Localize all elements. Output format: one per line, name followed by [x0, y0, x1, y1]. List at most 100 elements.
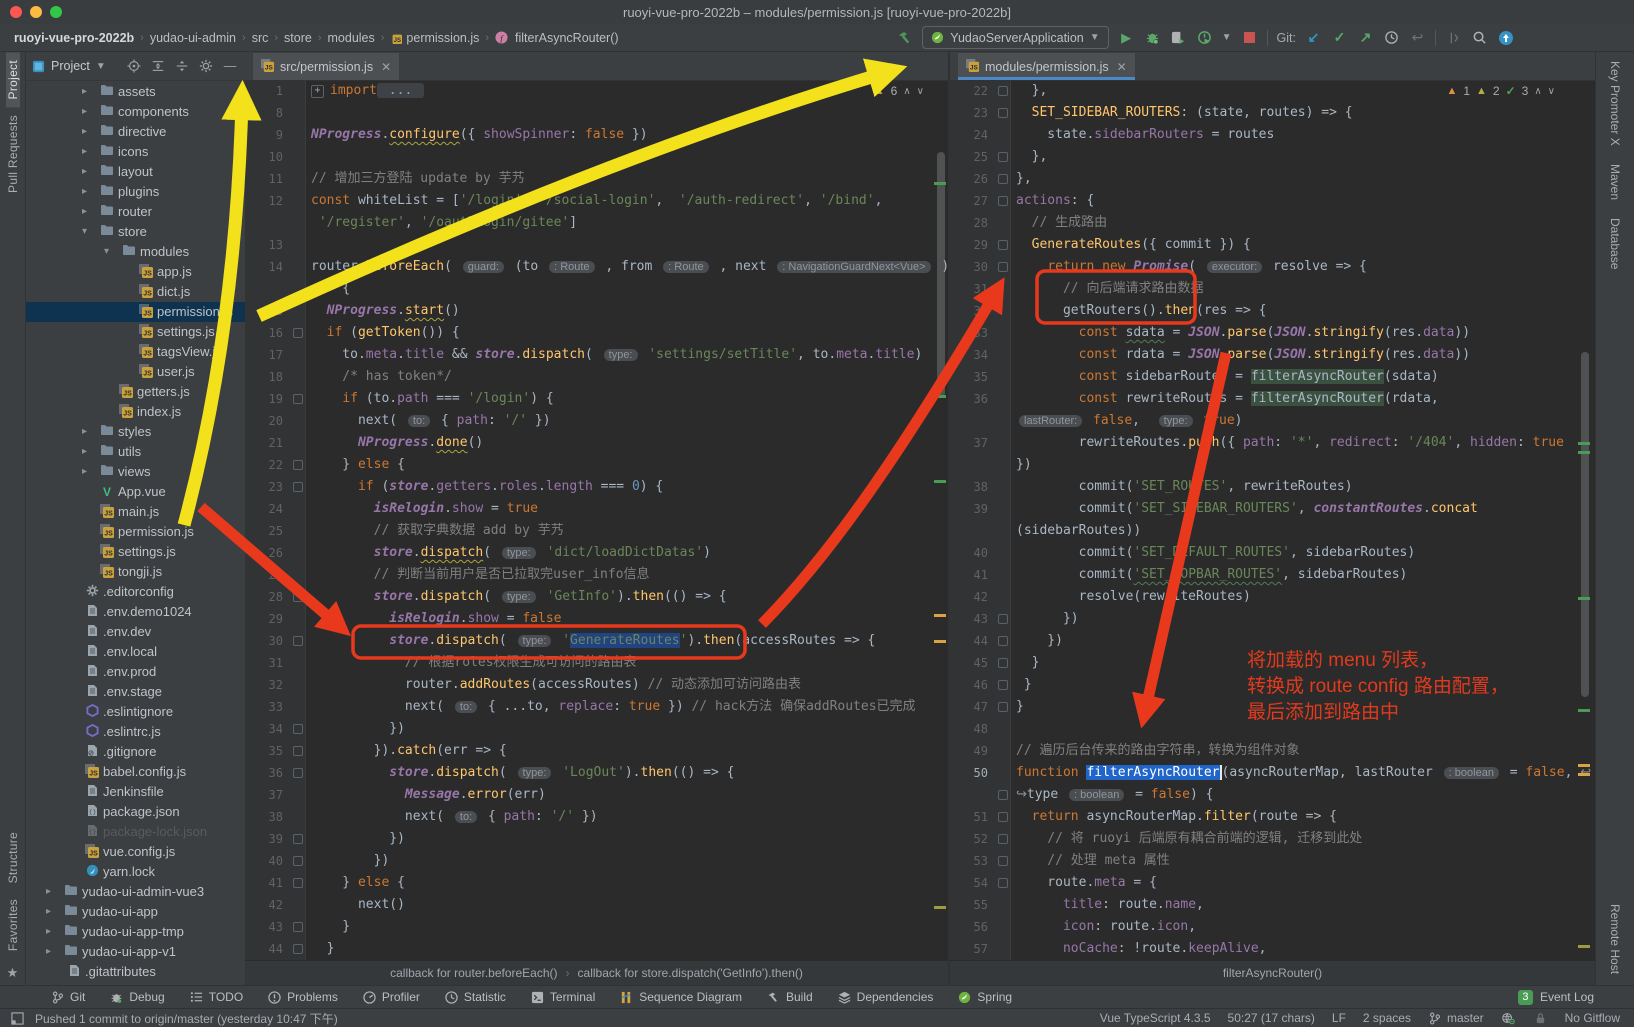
fold-gutter[interactable] [290, 256, 306, 278]
fold-gutter[interactable] [290, 146, 306, 168]
line-number[interactable]: 22 [245, 454, 290, 476]
line-number[interactable]: 19 [245, 388, 290, 410]
line-number[interactable]: 17 [245, 344, 290, 366]
fold-gutter[interactable] [290, 388, 306, 410]
line-number[interactable]: 52 [950, 828, 995, 850]
indent-indicator[interactable]: 2 spaces [1363, 1011, 1411, 1025]
fold-gutter[interactable] [290, 674, 306, 696]
line-number[interactable]: 31 [245, 652, 290, 674]
hide-panel-icon[interactable]: — [221, 59, 239, 73]
next-issue-icon[interactable]: ∨ [1548, 86, 1555, 97]
tree-item-layout[interactable]: ▸layout [26, 162, 245, 182]
expand-arrow-icon[interactable]: ▸ [46, 882, 51, 902]
line-number[interactable]: 21 [245, 432, 290, 454]
tab-modules-permission[interactable]: JS modules/permission.js ✕ [958, 53, 1135, 80]
fold-gutter[interactable] [290, 520, 306, 542]
collapse-arrow-icon[interactable]: ▾ [104, 242, 109, 262]
fold-marker-icon[interactable] [293, 394, 303, 404]
fold-marker-icon[interactable] [998, 240, 1008, 250]
tree-item-tagsview-js[interactable]: JStagsView.js [26, 342, 245, 362]
fold-gutter[interactable] [995, 806, 1011, 828]
zoom-window-button[interactable] [50, 6, 62, 18]
tree-item-package-lock-json[interactable]: {}package-lock.json [26, 822, 245, 842]
tool-window-maven[interactable]: Maven [1608, 155, 1622, 209]
code-line[interactable]: 19 if (to.path === '/login') { [245, 388, 948, 410]
code-line[interactable]: 42 resolve(rewriteRoutes) [950, 586, 1595, 608]
code-line[interactable]: 37 Message.error(err) [245, 784, 948, 806]
next-issue-icon[interactable]: ∨ [917, 86, 924, 97]
gitflow-indicator[interactable]: No Gitflow [1565, 1011, 1620, 1025]
code-line[interactable]: 28 // 生成路由 [950, 212, 1595, 234]
tool-window-favorites[interactable]: Favorites [6, 891, 20, 959]
code-area-left[interactable]: 1+import ... 89NProgress.configure({ sho… [245, 80, 948, 961]
line-number[interactable]: 24 [950, 124, 995, 146]
tree-item--env-demo1024[interactable]: .env.demo1024 [26, 602, 245, 622]
fold-gutter[interactable] [290, 916, 306, 938]
tree-item--eslintignore[interactable]: .eslintignore [26, 702, 245, 722]
fold-gutter[interactable] [290, 872, 306, 894]
fold-marker-icon[interactable] [293, 944, 303, 954]
fold-marker-icon[interactable] [293, 482, 303, 492]
code-line[interactable]: 36 store.dispatch( type: 'LogOut').then(… [245, 762, 948, 784]
code-line[interactable]: 39 }) [245, 828, 948, 850]
status-message[interactable]: Pushed 1 commit to origin/master (yester… [35, 1010, 338, 1027]
line-number[interactable] [950, 410, 995, 432]
line-number[interactable]: 14 [245, 256, 290, 278]
code-line[interactable]: 40 }) [245, 850, 948, 872]
fold-gutter[interactable] [290, 344, 306, 366]
code-line[interactable]: 31 // 向后端请求路由数据 [950, 278, 1595, 300]
fold-gutter[interactable] [995, 564, 1011, 586]
code-line[interactable]: 14router.beforeEach( guard: (to : Route … [245, 256, 948, 278]
fold-marker-icon[interactable] [998, 790, 1008, 800]
tree-item-store[interactable]: ▾store [26, 222, 245, 242]
fold-gutter[interactable] [290, 850, 306, 872]
scrollbar-right[interactable] [1581, 352, 1589, 697]
code-line[interactable]: '/register', '/oauthLogin/gitee'] [245, 212, 948, 234]
line-number[interactable]: 28 [950, 212, 995, 234]
fold-gutter[interactable] [290, 124, 306, 146]
fold-gutter[interactable] [995, 190, 1011, 212]
line-number[interactable] [950, 784, 995, 806]
line-number[interactable]: 30 [245, 630, 290, 652]
code-line[interactable]: 44 } [245, 938, 948, 960]
file-type-indicator[interactable]: Vue TypeScript 4.3.5 [1100, 1011, 1211, 1025]
diff-button[interactable] [1445, 29, 1462, 46]
code-line[interactable]: 46 } [950, 674, 1595, 696]
code-line[interactable]: ↪type : boolean = false) { [950, 784, 1595, 806]
line-number[interactable]: 40 [950, 542, 995, 564]
line-number[interactable]: 22 [950, 80, 995, 102]
fold-marker-icon[interactable] [293, 768, 303, 778]
code-line[interactable]: 18 /* has token*/ [245, 366, 948, 388]
line-number[interactable]: 32 [950, 300, 995, 322]
minimize-window-button[interactable] [30, 6, 42, 18]
fold-gutter[interactable] [290, 432, 306, 454]
fold-marker-icon[interactable] [998, 262, 1008, 272]
profiler-chevron-icon[interactable]: ▼ [1222, 32, 1232, 43]
fold-marker-icon[interactable] [998, 86, 1008, 96]
fold-marker-icon[interactable] [998, 702, 1008, 712]
code-line[interactable]: 23 if (store.getters.roles.length === 0)… [245, 476, 948, 498]
code-line[interactable]: 33 next( to: { ...to, replace: true }) /… [245, 696, 948, 718]
fold-marker-icon[interactable] [998, 658, 1008, 668]
tree-item-permission-js[interactable]: JSpermission.js [26, 302, 245, 322]
tool-window-button-git[interactable]: Git [52, 990, 85, 1004]
line-number[interactable]: 56 [950, 916, 995, 938]
tree-item-views[interactable]: ▸views [26, 462, 245, 482]
fold-gutter[interactable] [290, 300, 306, 322]
fold-marker-icon[interactable] [998, 834, 1008, 844]
line-number[interactable]: 48 [950, 718, 995, 740]
fold-marker-icon[interactable] [293, 746, 303, 756]
fold-gutter[interactable] [995, 234, 1011, 256]
line-number[interactable]: 12 [245, 190, 290, 212]
favorites-star-icon[interactable]: ★ [7, 965, 19, 981]
profiler-button[interactable] [1196, 29, 1213, 46]
line-number[interactable] [245, 212, 290, 234]
tree-item-settings-js[interactable]: JSsettings.js [26, 542, 245, 562]
code-area-right[interactable]: 22 },23 SET_SIDEBAR_ROUTERS: (state, rou… [950, 80, 1595, 961]
breadcrumb-item[interactable]: callback for store.dispatch('GetInfo').t… [578, 966, 803, 980]
chevron-down-icon[interactable]: ▼ [96, 61, 106, 72]
tab-src-permission[interactable]: JS src/permission.js ✕ [253, 53, 399, 80]
line-number[interactable]: 36 [950, 388, 995, 410]
fold-marker-icon[interactable] [998, 680, 1008, 690]
expand-arrow-icon[interactable]: ▸ [46, 942, 51, 962]
